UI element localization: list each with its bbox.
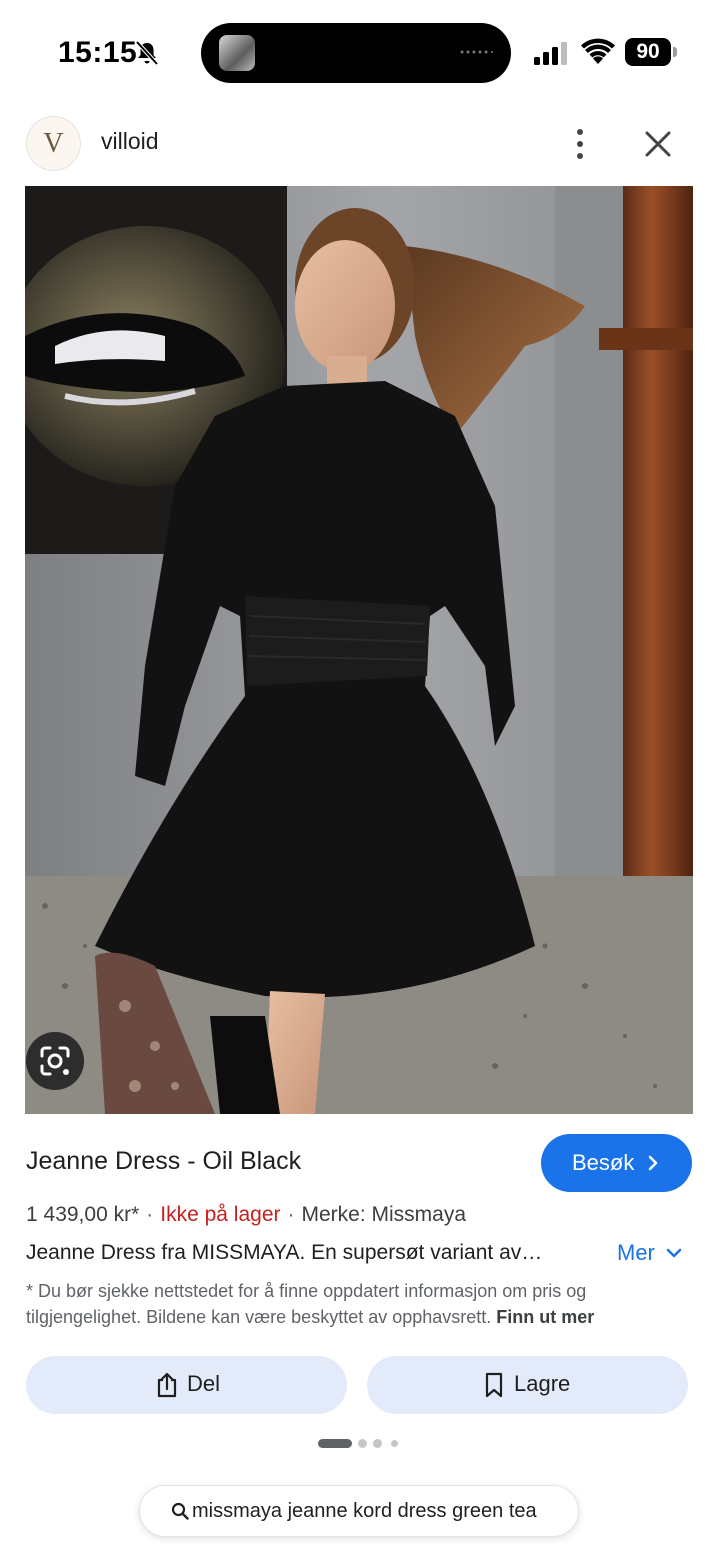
- share-icon: [157, 1372, 177, 1398]
- share-button[interactable]: Del: [26, 1356, 347, 1414]
- more-link[interactable]: Mer: [617, 1240, 655, 1266]
- dynamic-island: [201, 23, 511, 83]
- stock-status: Ikke på lager: [160, 1203, 281, 1226]
- status-bar: 15:15 90: [0, 0, 718, 100]
- product-brand: Merke: Missmaya: [301, 1203, 467, 1226]
- battery-tip: [673, 47, 677, 57]
- bookmark-icon: [485, 1372, 503, 1398]
- page-dot: [391, 1440, 398, 1447]
- page-indicator: [318, 1438, 402, 1450]
- save-button[interactable]: Lagre: [367, 1356, 688, 1414]
- meta-separator: ·: [146, 1203, 154, 1226]
- page-dot: [358, 1439, 367, 1448]
- signal-icon: [534, 42, 567, 65]
- page-dot: [373, 1439, 382, 1448]
- wifi-icon: [581, 38, 615, 64]
- product-meta: 1 439,00 kr* · Ikke på lager · Merke: Missma…: [26, 1203, 466, 1227]
- status-time: 15:15: [58, 36, 138, 69]
- product-title: Jeanne Dress - Oil Black: [26, 1147, 302, 1175]
- meta-separator: ·: [287, 1203, 295, 1226]
- site-name[interactable]: villoid: [101, 128, 159, 155]
- share-button-label: Del: [187, 1371, 221, 1396]
- save-button-label: Lagre: [514, 1371, 571, 1396]
- chevron-down-icon[interactable]: [666, 1247, 682, 1259]
- battery-indicator: 90: [625, 38, 677, 66]
- close-icon[interactable]: [643, 129, 673, 159]
- site-header: V villoid: [0, 108, 718, 186]
- visit-button-label: Besøk: [572, 1150, 635, 1175]
- page-dot-active: [318, 1439, 352, 1448]
- more-vertical-icon[interactable]: [566, 126, 594, 162]
- site-logo[interactable]: V: [26, 116, 81, 171]
- mute-icon: [135, 40, 159, 66]
- battery-level: 90: [625, 38, 671, 66]
- learn-more-link[interactable]: Finn ut mer: [496, 1307, 594, 1327]
- audio-dots-icon: [460, 50, 493, 54]
- search-query-text: missmaya jeanne kord dress green tea: [192, 1500, 537, 1522]
- product-price: 1 439,00 kr*: [26, 1203, 140, 1226]
- now-playing-thumbnail: [219, 35, 255, 71]
- product-image[interactable]: [25, 186, 693, 1114]
- disclaimer: * Du bør sjekke nettstedet for å finne o…: [26, 1278, 676, 1330]
- search-query-pill[interactable]: missmaya jeanne kord dress green tea: [139, 1485, 579, 1537]
- product-description: Jeanne Dress fra MISSMAYA. En supersøt v…: [26, 1241, 543, 1264]
- search-icon: [171, 1502, 189, 1520]
- lens-icon[interactable]: [26, 1032, 84, 1090]
- product-photo: [25, 186, 693, 1114]
- visit-button[interactable]: Besøk: [541, 1134, 692, 1192]
- chevron-right-icon: [648, 1155, 658, 1171]
